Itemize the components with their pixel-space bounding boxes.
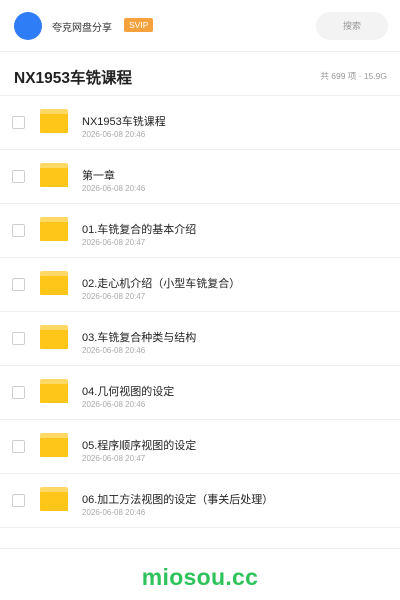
file-date: 2026-06-08 20:46: [82, 130, 146, 139]
file-date: 2026-06-08 20:47: [82, 454, 146, 463]
file-date: 2026-06-08 20:47: [82, 238, 146, 247]
app-name: 夸克网盘分享: [52, 23, 112, 34]
file-name: 02.走心机介绍（小型车铣复合）: [82, 278, 241, 290]
file-date: 2026-06-08 20:47: [82, 292, 146, 301]
search-button[interactable]: 搜索: [316, 12, 388, 40]
row-checkbox[interactable]: [12, 224, 25, 237]
row-checkbox[interactable]: [12, 332, 25, 345]
folder-icon: [40, 163, 68, 187]
search-label: 搜索: [342, 21, 361, 31]
file-row[interactable]: 第一章 2026-06-08 20:46: [0, 150, 400, 204]
avatar[interactable]: [14, 12, 42, 40]
row-checkbox[interactable]: [12, 440, 25, 453]
file-name: NX1953车铣课程: [82, 116, 166, 128]
file-row[interactable]: 01.车铣复合的基本介绍 2026-06-08 20:47: [0, 204, 400, 258]
folder-icon: [40, 109, 68, 133]
file-name: 05.程序顺序视图的设定: [82, 440, 197, 452]
folder-icon: [40, 379, 68, 403]
file-name: 06.加工方法视图的设定（事关后处理）: [82, 494, 274, 506]
file-name: 第一章: [82, 170, 115, 182]
file-date: 2026-06-08 20:46: [82, 508, 146, 517]
folder-icon: [40, 487, 68, 511]
folder-icon: [40, 325, 68, 349]
file-date: 2026-06-08 20:46: [82, 184, 146, 193]
file-row[interactable]: NX1953车铣课程 2026-06-08 20:46: [0, 96, 400, 150]
file-row[interactable]: 02.走心机介绍（小型车铣复合） 2026-06-08 20:47: [0, 258, 400, 312]
watermark: miosou.cc: [141, 564, 259, 590]
row-checkbox[interactable]: [12, 170, 25, 183]
row-checkbox[interactable]: [12, 278, 25, 291]
file-row[interactable]: 04.几何视图的设定 2026-06-08 20:46: [0, 366, 400, 420]
item-summary: 共 699 项 · 15.9G: [320, 71, 387, 81]
top-bar: 夸克网盘分享 SVIP 搜索: [0, 0, 400, 52]
file-name: 01.车铣复合的基本介绍: [82, 224, 197, 236]
svip-badge: SVIP: [124, 18, 154, 32]
file-date: 2026-06-08 20:46: [82, 346, 146, 355]
folder-icon: [40, 433, 68, 457]
file-row[interactable]: 05.程序顺序视图的设定 2026-06-08 20:47: [0, 420, 400, 474]
file-name: 03.车铣复合种类与结构: [82, 332, 197, 344]
file-name: 04.几何视图的设定: [82, 386, 175, 398]
row-checkbox[interactable]: [12, 494, 25, 507]
page-title: NX1953车铣课程: [14, 70, 133, 87]
footer: miosou.cc: [0, 548, 400, 600]
file-row[interactable]: 06.加工方法视图的设定（事关后处理） 2026-06-08 20:46: [0, 474, 400, 528]
file-list: NX1953车铣课程 2026-06-08 20:46 第一章 2026-06-…: [0, 96, 400, 528]
row-checkbox[interactable]: [12, 386, 25, 399]
title-bar: NX1953车铣课程 共 699 项 · 15.9G: [0, 52, 400, 96]
file-date: 2026-06-08 20:46: [82, 400, 146, 409]
folder-icon: [40, 217, 68, 241]
row-checkbox[interactable]: [12, 116, 25, 129]
folder-icon: [40, 271, 68, 295]
file-row[interactable]: 03.车铣复合种类与结构 2026-06-08 20:46: [0, 312, 400, 366]
